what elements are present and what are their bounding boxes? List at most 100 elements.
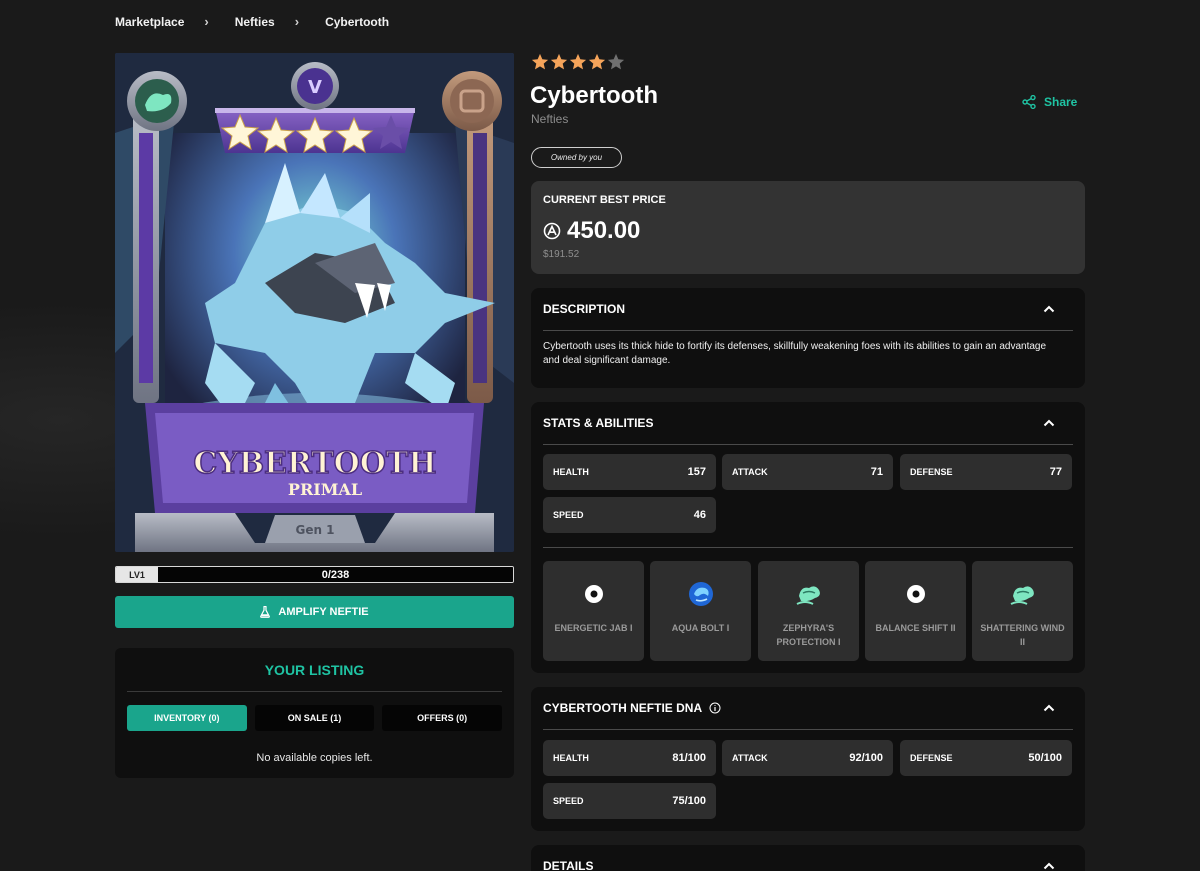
stat-health: HEALTH 157	[543, 454, 716, 490]
ability-shattering-wind[interactable]: SHATTERING WIND II	[972, 561, 1073, 661]
card-name-text: CYBERTOOTH	[193, 446, 436, 481]
ability-name: ENERGETIC JAB I	[554, 623, 633, 633]
atlas-currency-icon	[543, 222, 561, 240]
breadcrumb: Marketplace › Nefties › Cybertooth	[115, 14, 389, 29]
dna-speed: SPEED 75/100	[543, 783, 716, 819]
ability-name: AQUA BOLT I	[671, 623, 730, 633]
price-panel: CURRENT BEST PRICE 450.00 $191.52	[531, 181, 1085, 274]
dna-value: 81/100	[672, 752, 706, 764]
stats-abilities-section: STATS & ABILITIES HEALTH 157 ATTACK 71 D…	[531, 402, 1085, 673]
xp-progress-text: 0/238	[321, 568, 350, 581]
listing-empty-text: No available copies left.	[256, 752, 373, 764]
stat-label: ATTACK	[732, 467, 768, 477]
stat-value: 71	[870, 466, 883, 478]
stat-attack: ATTACK 71	[722, 454, 893, 490]
star-rating	[531, 53, 625, 71]
wind-icon	[796, 586, 820, 605]
dna-label: ATTACK	[732, 753, 768, 763]
ability-aqua-bolt[interactable]: AQUA BOLT I	[650, 561, 751, 661]
tab-offers[interactable]: OFFERS (0)	[382, 705, 503, 731]
dna-value: 75/100	[672, 795, 706, 807]
divider	[543, 330, 1073, 331]
dna-health: HEALTH 81/100	[543, 740, 716, 776]
star-empty-icon	[607, 53, 625, 70]
details-title: DETAILS	[543, 859, 594, 871]
share-button[interactable]: Share	[1022, 95, 1077, 109]
description-section: DESCRIPTION Cybertooth uses its thick hi…	[531, 288, 1085, 388]
breadcrumb-cybertooth: Cybertooth	[325, 14, 390, 29]
listing-tabs: INVENTORY (0) ON SALE (1) OFFERS (0)	[127, 705, 503, 731]
dot-icon	[906, 585, 925, 603]
dna-label: DEFENSE	[910, 753, 953, 763]
dna-defense: DEFENSE 50/100	[900, 740, 1072, 776]
card-illustration: V CYBERTOOTH PRIMAL Gen 1	[115, 53, 514, 552]
amplify-neftie-label: AMPLIFY NEFTIE	[278, 606, 369, 618]
tab-on-sale[interactable]: ON SALE (1)	[254, 705, 375, 731]
chevron-up-icon[interactable]	[1043, 704, 1055, 712]
price-label: CURRENT BEST PRICE	[543, 194, 666, 206]
chevron-right-icon: ›	[294, 14, 300, 29]
divider	[543, 729, 1073, 730]
your-listing-panel: YOUR LISTING INVENTORY (0) ON SALE (1) O…	[115, 648, 514, 778]
neftie-dna-section: CYBERTOOTH NEFTIE DNA HEALTH 81/100 ATTA…	[531, 687, 1085, 831]
stat-defense: DEFENSE 77	[900, 454, 1072, 490]
page-subtitle[interactable]: Nefties	[531, 112, 568, 126]
xp-progress: 0/238	[158, 567, 513, 582]
water-icon	[688, 582, 713, 606]
ability-balance-shift[interactable]: BALANCE SHIFT II	[865, 561, 966, 661]
dna-value: 50/100	[1028, 752, 1062, 764]
price-amount: 450.00	[567, 217, 641, 244]
breadcrumb-marketplace[interactable]: Marketplace	[115, 15, 184, 29]
star-filled-icon	[531, 53, 549, 70]
your-listing-title: YOUR LISTING	[264, 662, 365, 678]
chevron-up-icon[interactable]	[1043, 305, 1055, 313]
level-progress-bar: LV1 0/238	[115, 566, 514, 583]
divider	[127, 691, 502, 692]
price-value: 450.00	[543, 217, 640, 245]
dna-title: CYBERTOOTH NEFTIE DNA	[543, 701, 721, 715]
share-icon	[1022, 95, 1036, 109]
stat-value: 46	[693, 509, 706, 521]
ability-name: ZEPHYRA'S PROTECTION I	[776, 623, 841, 647]
dna-value: 92/100	[849, 752, 883, 764]
divider	[543, 444, 1073, 445]
stat-label: DEFENSE	[910, 467, 953, 477]
chevron-up-icon[interactable]	[1043, 862, 1055, 870]
wind-icon	[1010, 586, 1034, 605]
dna-label: SPEED	[553, 796, 584, 806]
star-filled-icon	[550, 53, 568, 70]
page-title: Cybertooth	[530, 82, 658, 109]
neftie-card-image: V CYBERTOOTH PRIMAL Gen 1	[115, 53, 514, 552]
dna-attack: ATTACK 92/100	[722, 740, 893, 776]
dot-icon	[584, 585, 603, 603]
stat-label: HEALTH	[553, 467, 589, 477]
chevron-right-icon: ›	[204, 14, 209, 29]
owned-badge: Owned by you	[531, 147, 622, 168]
price-usd: $191.52	[543, 249, 580, 260]
tab-inventory[interactable]: INVENTORY (0)	[127, 705, 247, 731]
stat-value: 77	[1049, 466, 1062, 478]
ability-zephyras-protection[interactable]: ZEPHYRA'S PROTECTION I	[758, 561, 859, 661]
dna-label: HEALTH	[553, 753, 589, 763]
star-filled-icon	[569, 53, 587, 70]
details-section: DETAILS	[531, 845, 1085, 871]
stat-speed: SPEED 46	[543, 497, 716, 533]
ability-energetic-jab[interactable]: ENERGETIC JAB I	[543, 561, 644, 661]
info-icon[interactable]	[709, 702, 721, 714]
star-filled-icon	[588, 53, 606, 70]
description-text: Cybertooth uses its thick hide to fortif…	[543, 341, 1047, 366]
ability-name: SHATTERING WIND II	[980, 623, 1065, 647]
card-generation-text: Gen 1	[295, 523, 334, 537]
chevron-up-icon[interactable]	[1043, 419, 1055, 427]
divider	[543, 547, 1073, 548]
flask-icon	[260, 606, 271, 618]
ability-name: BALANCE SHIFT II	[875, 623, 956, 633]
breadcrumb-nefties[interactable]: Nefties	[235, 15, 275, 29]
stats-abilities-title: STATS & ABILITIES	[543, 416, 654, 430]
description-title: DESCRIPTION	[543, 302, 626, 316]
share-label: Share	[1044, 95, 1078, 109]
amplify-neftie-button[interactable]: AMPLIFY NEFTIE	[115, 596, 514, 628]
dna-title-text: CYBERTOOTH NEFTIE DNA	[543, 701, 703, 715]
svg-text:V: V	[308, 77, 322, 98]
card-class-text: PRIMAL	[288, 480, 362, 499]
